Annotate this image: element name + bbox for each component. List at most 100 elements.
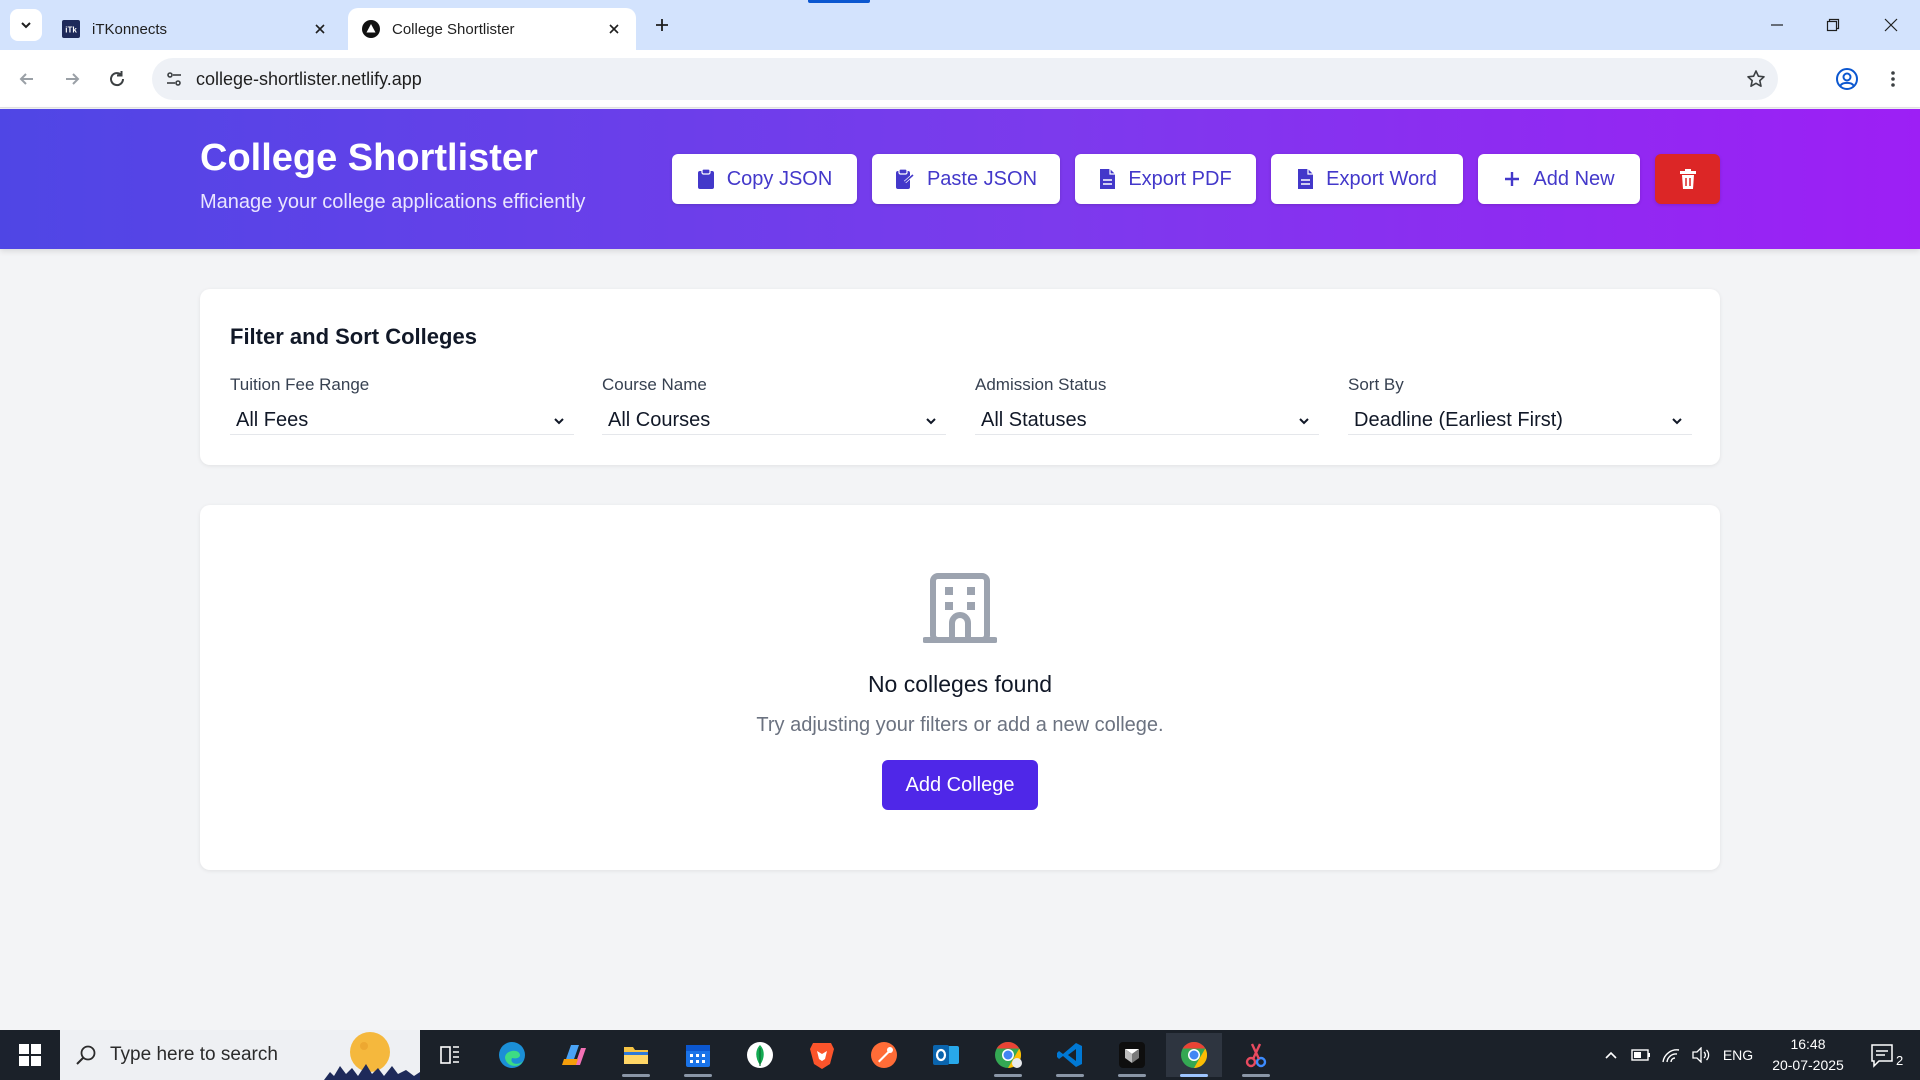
tuition-filter: Tuition Fee Range All Fees [230, 375, 574, 435]
export-word-label: Export Word [1326, 167, 1437, 190]
tuition-value: All Fees [236, 409, 309, 431]
start-button[interactable] [0, 1030, 60, 1080]
chevron-down-icon [1668, 412, 1686, 430]
running-indicator [684, 1074, 712, 1077]
battery-status[interactable] [1628, 1030, 1654, 1080]
notification-center-icon[interactable]: 2 [1864, 1040, 1904, 1070]
language-indicator: ENG [1722, 1047, 1754, 1063]
taskbar-edge[interactable] [484, 1033, 540, 1077]
course-select[interactable]: All Courses [602, 407, 946, 435]
running-indicator [622, 1074, 650, 1077]
file-word-icon [1298, 169, 1314, 189]
chrome-icon [1181, 1041, 1208, 1069]
show-hidden-icons-button[interactable] [1598, 1030, 1624, 1080]
windows-taskbar: Type here to search ENG 16:48 20-07-2025… [0, 1030, 1920, 1080]
vscode-icon [1057, 1043, 1082, 1067]
add-new-button[interactable]: Add New [1478, 154, 1640, 204]
snipping-tool-icon [1245, 1043, 1267, 1068]
running-indicator [1180, 1074, 1208, 1077]
course-filter: Course Name All Courses [602, 375, 946, 435]
sort-value: Deadline (Earliest First) [1354, 409, 1563, 431]
taskbar-copilot[interactable] [546, 1033, 602, 1077]
taskbar-chrome-active[interactable] [1166, 1033, 1222, 1077]
address-bar[interactable]: college-shortlister.netlify.app [152, 58, 1778, 100]
taskbar-snipping-tool[interactable] [1228, 1033, 1284, 1077]
add-college-button[interactable]: Add College [882, 760, 1038, 810]
bookmark-star-icon[interactable] [1744, 67, 1768, 91]
volume-control[interactable] [1688, 1030, 1714, 1080]
copy-json-label: Copy JSON [726, 167, 833, 190]
clipboard-icon [697, 168, 714, 189]
sort-select[interactable]: Deadline (Earliest First) [1348, 407, 1692, 435]
svg-text:iTk: iTk [65, 26, 77, 35]
taskbar-brave[interactable] [794, 1033, 850, 1077]
taskbar-chrome-profile[interactable] [980, 1033, 1036, 1077]
paste-json-button[interactable]: Paste JSON [872, 154, 1060, 204]
empty-state-title: No colleges found [867, 671, 1053, 697]
restore-icon [1826, 18, 1840, 32]
tab-college-shortlister[interactable]: College Shortlister [348, 8, 636, 50]
arrow-left-icon [19, 73, 33, 85]
new-tab-button[interactable] [648, 11, 676, 39]
chrome-icon [995, 1041, 1022, 1069]
taskbar-calendar[interactable] [670, 1033, 726, 1077]
search-highlight-moon-icon [324, 1030, 420, 1080]
restore-button[interactable] [1810, 8, 1856, 42]
copy-json-button[interactable]: Copy JSON [672, 154, 857, 204]
network-status[interactable] [1658, 1030, 1684, 1080]
loading-indicator [808, 0, 870, 3]
menu-button[interactable] [1876, 62, 1910, 96]
calendar-icon [686, 1045, 710, 1067]
taskbar-outlook[interactable] [918, 1033, 974, 1077]
minimize-button[interactable] [1754, 8, 1800, 42]
close-tab-icon[interactable] [604, 19, 624, 39]
taskbar-mongodb[interactable] [732, 1033, 788, 1077]
profile-icon [1836, 68, 1858, 90]
add-new-label: Add New [1533, 167, 1615, 190]
task-view-button[interactable] [422, 1033, 478, 1077]
status-value: All Statuses [981, 409, 1087, 431]
input-language[interactable]: ENG [1718, 1030, 1758, 1080]
close-tab-icon[interactable] [310, 19, 330, 39]
cursor-app-icon [1119, 1042, 1145, 1068]
taskbar-postman[interactable] [856, 1033, 912, 1077]
plus-icon [656, 19, 668, 31]
site-info-icon[interactable] [162, 67, 186, 91]
browser-tab-bar: iTk iTKonnects College Shortlister [0, 0, 1920, 50]
taskbar-file-explorer[interactable] [608, 1033, 664, 1077]
tuition-select[interactable]: All Fees [230, 407, 574, 435]
tuition-label: Tuition Fee Range [230, 375, 370, 394]
copilot-icon [562, 1045, 586, 1065]
course-label: Course Name [602, 375, 707, 394]
forward-button[interactable] [55, 62, 89, 96]
export-pdf-button[interactable]: Export PDF [1075, 154, 1256, 204]
search-icon [76, 1045, 96, 1065]
tab-title: College Shortlister [392, 20, 515, 38]
reload-button[interactable] [100, 62, 134, 96]
export-word-button[interactable]: Export Word [1271, 154, 1463, 204]
tab-search-button[interactable] [10, 9, 42, 41]
plus-icon [1505, 172, 1520, 186]
profile-button[interactable] [1830, 62, 1864, 96]
taskbar-cursor[interactable] [1104, 1033, 1160, 1077]
taskbar-vscode[interactable] [1042, 1033, 1098, 1077]
course-value: All Courses [608, 409, 711, 431]
edge-icon [499, 1042, 525, 1068]
tab-itkonnects[interactable]: iTk iTKonnects [48, 8, 342, 50]
running-indicator [1118, 1074, 1146, 1077]
status-select[interactable]: All Statuses [975, 407, 1319, 435]
close-window-button[interactable] [1868, 8, 1914, 42]
taskbar-search-box[interactable]: Type here to search [60, 1030, 420, 1080]
url-text[interactable]: college-shortlister.netlify.app [196, 69, 422, 90]
system-clock[interactable]: 16:48 20-07-2025 [1760, 1034, 1856, 1076]
folder-icon [624, 1047, 648, 1064]
filter-panel: Filter and Sort Colleges Tuition Fee Ran… [200, 289, 1720, 465]
filter-title: Filter and Sort Colleges [230, 324, 477, 349]
tab-title: iTKonnects [92, 20, 168, 38]
battery-icon [1631, 1049, 1650, 1061]
netlify-favicon-icon [362, 20, 380, 38]
back-button[interactable] [10, 62, 44, 96]
export-pdf-label: Export PDF [1128, 167, 1232, 190]
status-label: Admission Status [975, 375, 1107, 394]
delete-all-button[interactable] [1655, 154, 1720, 204]
